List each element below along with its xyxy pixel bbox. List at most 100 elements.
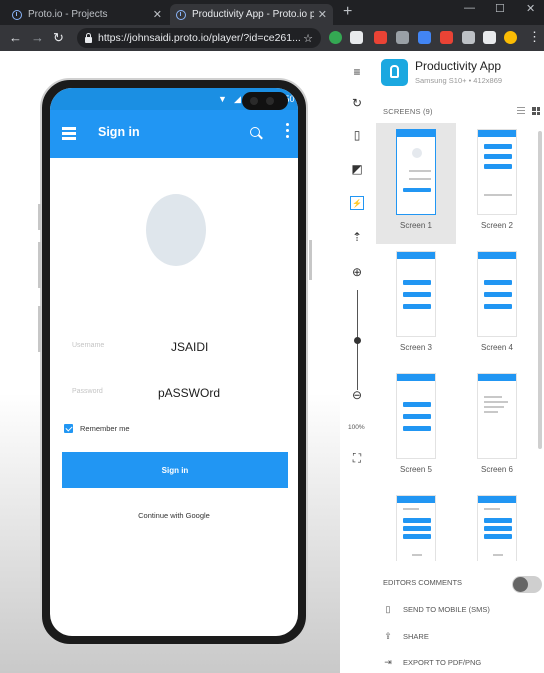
more-vert-icon[interactable] xyxy=(286,123,289,141)
close-icon[interactable]: ✕ xyxy=(153,8,162,21)
editors-comments-toggle[interactable] xyxy=(512,576,542,593)
player-canvas: ▼ ◢ 13:50 Sign in Username JSAIDI Passwo… xyxy=(0,51,340,673)
phone-side-button xyxy=(38,306,41,352)
contrast-icon[interactable]: ◩ xyxy=(350,162,364,176)
sign-in-button[interactable]: Sign in xyxy=(62,452,288,488)
screen-preview xyxy=(477,495,517,561)
screen-preview xyxy=(477,251,517,337)
browser-toolbar: ← → ↻ https://johnsaidi.proto.io/player/… xyxy=(0,25,544,51)
app-bar: Sign in xyxy=(50,110,298,158)
screen-thumbnail-6[interactable]: Screen 6 xyxy=(457,367,537,488)
screens-grid: Screen 1 Screen 2 Screen 3 Screen 4 Scre… xyxy=(375,123,537,561)
screen-preview xyxy=(477,129,517,215)
screen-thumbnail-7[interactable] xyxy=(376,489,456,561)
back-arrow-icon[interactable]: ← xyxy=(9,30,22,45)
password-label: Password xyxy=(72,388,103,395)
browser-tab-projects[interactable]: Proto.io - Projects ✕ xyxy=(6,4,168,25)
pocket-extension-icon[interactable] xyxy=(350,31,363,44)
screen-label: Screen 3 xyxy=(399,343,433,352)
username-field[interactable]: JSAIDI xyxy=(171,340,208,354)
close-icon[interactable]: ✕ xyxy=(318,8,327,21)
info-icon xyxy=(12,9,22,20)
hotspots-icon[interactable]: ⚡ xyxy=(350,196,364,210)
zoom-out-icon[interactable]: ⊖ xyxy=(350,388,364,402)
device-info: Samsung S10+ • 412x869 xyxy=(415,76,503,85)
lock-icon xyxy=(85,32,92,43)
screen-label: Screen 1 xyxy=(399,221,433,230)
grammarly-extension-icon[interactable] xyxy=(329,31,342,44)
screen-thumbnail-5[interactable]: Screen 5 xyxy=(376,367,456,488)
tab-title: Proto.io - Projects xyxy=(28,9,108,20)
extension-icon[interactable] xyxy=(396,31,409,44)
screen-thumbnail-2[interactable]: Screen 2 xyxy=(457,123,537,244)
screen-preview xyxy=(396,251,436,337)
status-bar: ▼ ◢ 13:50 xyxy=(50,88,298,110)
zoom-level: 100% xyxy=(348,424,365,431)
profile-avatar[interactable] xyxy=(504,31,517,44)
remember-me-checkbox[interactable] xyxy=(64,424,73,433)
device-frame-icon[interactable]: ▯ xyxy=(350,128,364,142)
browser-tab-bar: Proto.io - Projects ✕ Productivity App -… xyxy=(0,0,544,25)
screen-preview xyxy=(477,373,517,459)
close-window-button[interactable]: ✕ xyxy=(526,2,535,15)
share-icon: ⇪ xyxy=(384,631,392,641)
rotate-icon[interactable]: ↻ xyxy=(350,96,364,110)
avatar xyxy=(146,194,206,266)
screen-thumbnail-8[interactable] xyxy=(457,489,537,561)
phone-side-button xyxy=(38,242,41,288)
bookmark-star-icon[interactable]: ☆ xyxy=(303,32,313,45)
app-icon xyxy=(381,59,408,86)
address-bar[interactable]: https://johnsaidi.proto.io/player/?id=ce… xyxy=(77,28,321,48)
menu-icon[interactable]: ≡ xyxy=(350,65,364,79)
screen-label: Screen 2 xyxy=(480,221,514,230)
screen-label: Screen 6 xyxy=(480,465,514,474)
phone-frame: ▼ ◢ 13:50 Sign in Username JSAIDI Passwo… xyxy=(38,78,312,646)
wifi-icon: ▼ xyxy=(218,94,227,104)
camera-cutout xyxy=(242,92,288,110)
share-button[interactable]: ⇪ SHARE xyxy=(383,631,429,642)
info-icon xyxy=(176,9,186,20)
export-label: EXPORT TO PDF/PNG xyxy=(403,658,482,667)
forward-arrow-icon[interactable]: → xyxy=(31,30,44,45)
continue-with-google-link[interactable]: Continue with Google xyxy=(50,511,298,520)
password-field[interactable]: pASSWOrd xyxy=(158,386,220,400)
screen-thumbnail-3[interactable]: Screen 3 xyxy=(376,245,456,366)
search-icon[interactable] xyxy=(250,127,260,137)
puzzle-extensions-icon[interactable] xyxy=(483,31,496,44)
extension-icon[interactable] xyxy=(418,31,431,44)
screen-thumbnail-4[interactable]: Screen 4 xyxy=(457,245,537,366)
extension-icon[interactable] xyxy=(462,31,475,44)
phone-side-button xyxy=(309,240,312,280)
screen-thumbnail-1[interactable]: Screen 1 xyxy=(376,123,456,244)
extension-icon[interactable] xyxy=(374,31,387,44)
screen-preview xyxy=(396,373,436,459)
screens-heading: SCREENS (9) xyxy=(383,107,433,116)
touch-gesture-icon[interactable]: ⇡ xyxy=(350,230,364,244)
export-button[interactable]: ⇥ EXPORT TO PDF/PNG xyxy=(383,657,481,668)
editors-comments-label: EDITORS COMMENTS xyxy=(383,578,463,587)
screen-preview xyxy=(396,129,436,215)
kebab-menu-icon[interactable]: ⋮ xyxy=(528,29,541,45)
panel-scrollbar[interactable] xyxy=(538,131,542,449)
maximize-button[interactable]: ☐ xyxy=(495,2,505,15)
tab-title: Productivity App - Proto.io player xyxy=(192,9,314,20)
send-to-mobile-button[interactable]: ▯ SEND TO MOBILE (SMS) xyxy=(383,604,490,615)
fullscreen-icon[interactable]: ⛶ xyxy=(350,451,364,465)
remember-me-label: Remember me xyxy=(80,424,130,433)
reload-icon[interactable]: ↻ xyxy=(53,30,64,46)
phone-icon: ▯ xyxy=(385,604,391,614)
extension-icon[interactable] xyxy=(440,31,453,44)
list-view-icon[interactable] xyxy=(517,107,525,115)
screens-panel: Productivity App Samsung S10+ • 412x869 … xyxy=(375,51,544,673)
username-label: Username xyxy=(72,342,105,349)
phone-screen: ▼ ◢ 13:50 Sign in Username JSAIDI Passwo… xyxy=(50,88,298,636)
zoom-slider-handle[interactable] xyxy=(354,336,361,344)
hamburger-menu-icon[interactable] xyxy=(62,127,76,140)
grid-view-icon[interactable] xyxy=(532,107,540,115)
zoom-in-icon[interactable]: ⊕ xyxy=(350,265,364,279)
new-tab-button[interactable]: + xyxy=(343,3,352,21)
browser-tab-productivity-app[interactable]: Productivity App - Proto.io player ✕ xyxy=(170,4,333,25)
player-toolbar: ≡ ↻ ▯ ◩ ⚡ ⇡ ⊕ ⊖ 100% ⛶ xyxy=(340,51,375,673)
minimize-button[interactable]: — xyxy=(464,2,475,14)
url-text: https://johnsaidi.proto.io/player/?id=ce… xyxy=(98,32,301,44)
